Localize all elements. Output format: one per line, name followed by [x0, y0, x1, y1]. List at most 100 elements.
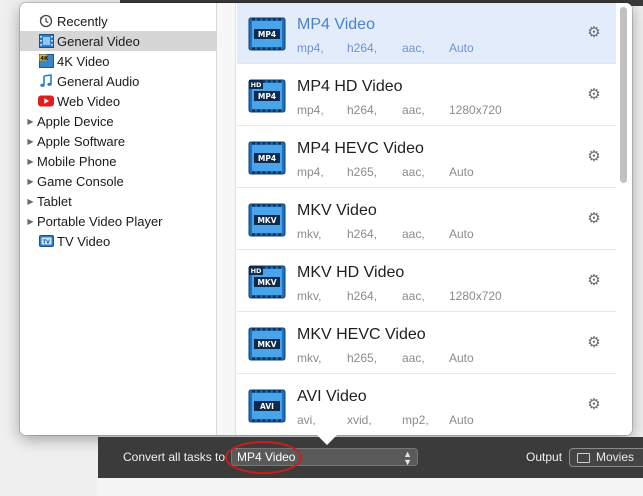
svg-text:MP4: MP4 — [258, 154, 276, 163]
bottom-edge — [98, 478, 643, 496]
scrollbar-thumb[interactable] — [620, 7, 627, 183]
sidebar-item-portable-video-player[interactable]: ▶ Portable Video Player — [20, 211, 217, 231]
sidebar-item-label: 4K Video — [57, 53, 110, 69]
disclosure-triangle-icon[interactable]: ▶ — [25, 197, 36, 206]
format-spec: mp4, — [297, 41, 324, 55]
svg-text:MKV: MKV — [257, 216, 276, 225]
video-format-icon: MKV HD — [248, 265, 286, 299]
format-spec: mkv, — [297, 351, 322, 365]
sidebar-item-label: General Audio — [57, 73, 140, 89]
sidebar-item-label: Web Video — [57, 93, 121, 109]
disclosure-triangle-icon[interactable]: ▶ — [25, 157, 36, 166]
format-row-mkv-hevc-video[interactable]: MKV MKV HEVC Video mkv, h265, aac, Auto ⚙ — [237, 313, 616, 374]
format-spec: aac, — [402, 41, 425, 55]
gear-icon[interactable]: ⚙ — [586, 211, 602, 227]
svg-text:MP4: MP4 — [258, 30, 276, 39]
video-format-icon: MP4 — [248, 141, 286, 175]
disclosure-triangle-icon[interactable]: ▶ — [25, 117, 36, 126]
4k-icon: 4K — [38, 54, 54, 68]
svg-text:4K: 4K — [40, 56, 49, 62]
format-title: MKV Video — [297, 202, 377, 219]
format-spec: mp2, — [402, 413, 429, 427]
format-row-mp4-hd-video[interactable]: MP4 HD MP4 HD Video mp4, h264, aac, 1280x720 ⚙ — [237, 65, 616, 126]
sidebar-item-general-audio[interactable]: General Audio — [20, 71, 217, 91]
format-spec: mkv, — [297, 289, 322, 303]
sidebar-item-general-video[interactable]: General Video — [20, 31, 217, 51]
format-spec: mp4, — [297, 103, 324, 117]
format-spec: Auto — [449, 351, 474, 365]
convert-all-label: Convert all tasks to — [123, 450, 226, 464]
format-row-mp4-hevc-video[interactable]: MP4 MP4 HEVC Video mp4, h265, aac, Auto ⚙ — [237, 127, 616, 188]
gear-icon[interactable]: ⚙ — [586, 87, 602, 103]
output-folder-value: Movies — [596, 450, 635, 464]
format-spec: aac, — [402, 351, 425, 365]
sidebar-item-label: TV Video — [57, 233, 111, 249]
format-spec: h264, — [347, 103, 378, 117]
format-spec: Auto — [449, 227, 474, 241]
category-sidebar: Recently General Video 4K 4K Video General A… — [20, 3, 217, 435]
tv-icon: TV — [38, 234, 54, 248]
gear-icon[interactable]: ⚙ — [586, 149, 602, 165]
sidebar-item-4k-video[interactable]: 4K 4K Video — [20, 51, 217, 71]
svg-text:HD: HD — [251, 267, 262, 275]
film-icon — [38, 34, 54, 48]
svg-text:MKV: MKV — [257, 278, 276, 287]
youtube-icon — [38, 94, 54, 108]
music-note-icon — [38, 74, 54, 88]
format-list: MP4 MP4 Video mp4, h264, aac, Auto ⚙ MP4 HD MP4 H… — [237, 3, 616, 435]
sidebar-item-web-video[interactable]: Web Video — [20, 91, 217, 111]
svg-text:TV: TV — [42, 239, 49, 245]
clock-icon — [38, 14, 54, 28]
format-spec: h264, — [347, 227, 378, 241]
format-spec: Auto — [449, 41, 474, 55]
format-title: MKV HEVC Video — [297, 326, 426, 343]
sidebar-item-label: Apple Software — [37, 133, 126, 149]
format-row-mkv-hd-video[interactable]: MKV HD MKV HD Video mkv, h264, aac, 1280x720 ⚙ — [237, 251, 616, 312]
sidebar-item-label: Recently — [57, 13, 108, 29]
format-spec: h265, — [347, 351, 378, 365]
video-format-icon: MKV — [248, 327, 286, 361]
disclosure-triangle-icon[interactable]: ▶ — [25, 177, 36, 186]
format-spec: aac, — [402, 289, 425, 303]
video-format-icon: MP4 — [248, 17, 286, 51]
sidebar-item-tv-video[interactable]: TV TV Video — [20, 231, 217, 251]
select-arrows-icon: ▲ ▼ — [403, 449, 412, 467]
output-folder-select[interactable]: Movies — [569, 448, 643, 467]
format-list-scrollbar[interactable] — [616, 3, 632, 435]
gear-icon[interactable]: ⚙ — [586, 397, 602, 413]
format-spec: xvid, — [347, 413, 372, 427]
svg-text:AVI: AVI — [260, 402, 274, 411]
sidebar-item-game-console[interactable]: ▶ Game Console — [20, 171, 217, 191]
highlight-circle — [225, 441, 302, 474]
sidebar-item-label: Portable Video Player — [37, 213, 163, 229]
gear-icon[interactable]: ⚙ — [586, 25, 602, 41]
sidebar-item-mobile-phone[interactable]: ▶ Mobile Phone — [20, 151, 217, 171]
sidebar-item-apple-device[interactable]: ▶ Apple Device — [20, 111, 217, 131]
format-spec: 1280x720 — [449, 103, 502, 117]
sidebar-item-tablet[interactable]: ▶ Tablet — [20, 191, 217, 211]
format-spec: mkv, — [297, 227, 322, 241]
format-title: MP4 HEVC Video — [297, 140, 424, 157]
format-spec: h265, — [347, 165, 378, 179]
sidebar-item-label: Tablet — [37, 193, 72, 209]
disclosure-triangle-icon[interactable]: ▶ — [25, 217, 36, 226]
sidebar-item-apple-software[interactable]: ▶ Apple Software — [20, 131, 217, 151]
format-row-mp4-video[interactable]: MP4 MP4 Video mp4, h264, aac, Auto ⚙ — [237, 3, 616, 64]
video-format-icon: MKV — [248, 203, 286, 237]
format-row-avi-video[interactable]: AVI AVI Video avi, xvid, mp2, Auto ⚙ — [237, 375, 616, 435]
svg-text:MP4: MP4 — [258, 92, 276, 101]
disclosure-triangle-icon[interactable]: ▶ — [25, 137, 36, 146]
gear-icon[interactable]: ⚙ — [586, 273, 602, 289]
sidebar-scrollbar[interactable] — [217, 3, 236, 435]
format-spec: aac, — [402, 165, 425, 179]
folder-icon — [577, 453, 590, 463]
format-spec: h264, — [347, 289, 378, 303]
format-row-mkv-video[interactable]: MKV MKV Video mkv, h264, aac, Auto ⚙ — [237, 189, 616, 250]
sidebar-item-label: General Video — [57, 33, 140, 49]
gear-icon[interactable]: ⚙ — [586, 335, 602, 351]
sidebar-item-label: Mobile Phone — [37, 153, 117, 169]
sidebar-item-recently[interactable]: Recently — [20, 11, 217, 31]
format-spec: avi, — [297, 413, 316, 427]
sidebar-item-label: Game Console — [37, 173, 124, 189]
app-window: Recently General Video 4K 4K Video General A… — [0, 0, 643, 496]
